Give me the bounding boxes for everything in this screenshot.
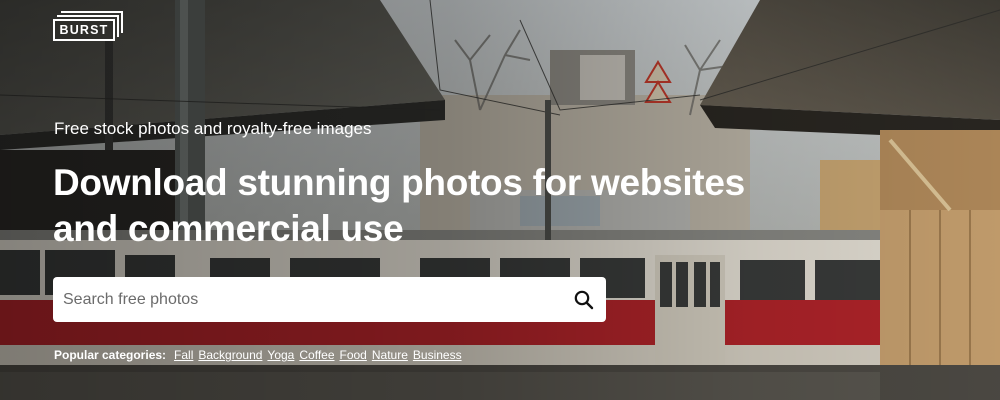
headline-line: and commercial use [53, 208, 404, 249]
search-bar [53, 277, 606, 322]
category-link-food[interactable]: Food [340, 347, 367, 363]
hero-headline: Download stunning photos for websites an… [53, 160, 813, 252]
category-link-fall[interactable]: Fall [174, 347, 193, 363]
category-link-business[interactable]: Business [413, 347, 462, 363]
category-link-background[interactable]: Background [198, 347, 262, 363]
category-link-yoga[interactable]: Yoga [267, 347, 294, 363]
category-link-nature[interactable]: Nature [372, 347, 408, 363]
search-icon [574, 290, 594, 309]
headline-line: Download stunning photos for websites [53, 162, 745, 203]
hero-tagline: Free stock photos and royalty-free image… [54, 119, 372, 138]
category-link-coffee[interactable]: Coffee [299, 347, 334, 363]
popular-categories: Popular categories: Fall Background Yoga… [54, 347, 462, 363]
hero-section: BURST Free stock photos and royalty-free… [0, 0, 1000, 400]
burst-logo[interactable]: BURST [53, 11, 125, 43]
categories-label: Popular categories: [54, 348, 167, 362]
search-input[interactable] [53, 277, 562, 322]
logo-text: BURST [53, 19, 115, 41]
search-button[interactable] [562, 277, 606, 322]
